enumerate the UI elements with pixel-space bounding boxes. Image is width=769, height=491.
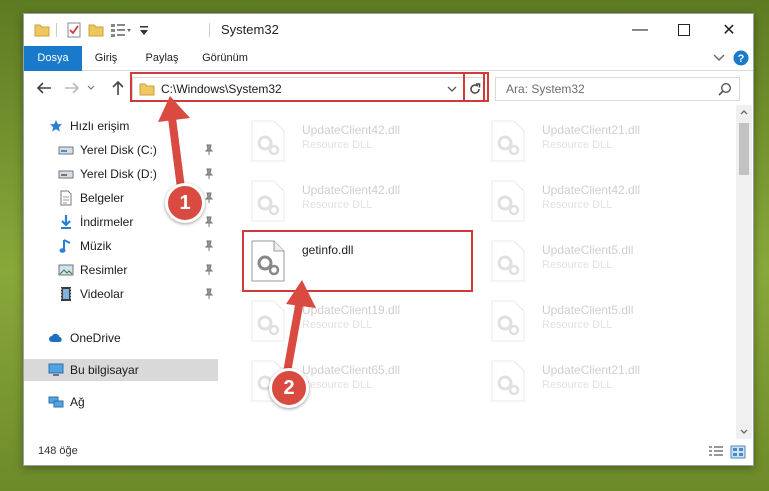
arrow-2-head xyxy=(286,280,316,308)
arrow-2-line xyxy=(282,296,304,382)
step-badge-2: 2 xyxy=(269,368,309,408)
arrow-1-head xyxy=(158,96,190,122)
annotation-arrows xyxy=(158,96,316,382)
step-badge-1: 1 xyxy=(165,183,205,223)
